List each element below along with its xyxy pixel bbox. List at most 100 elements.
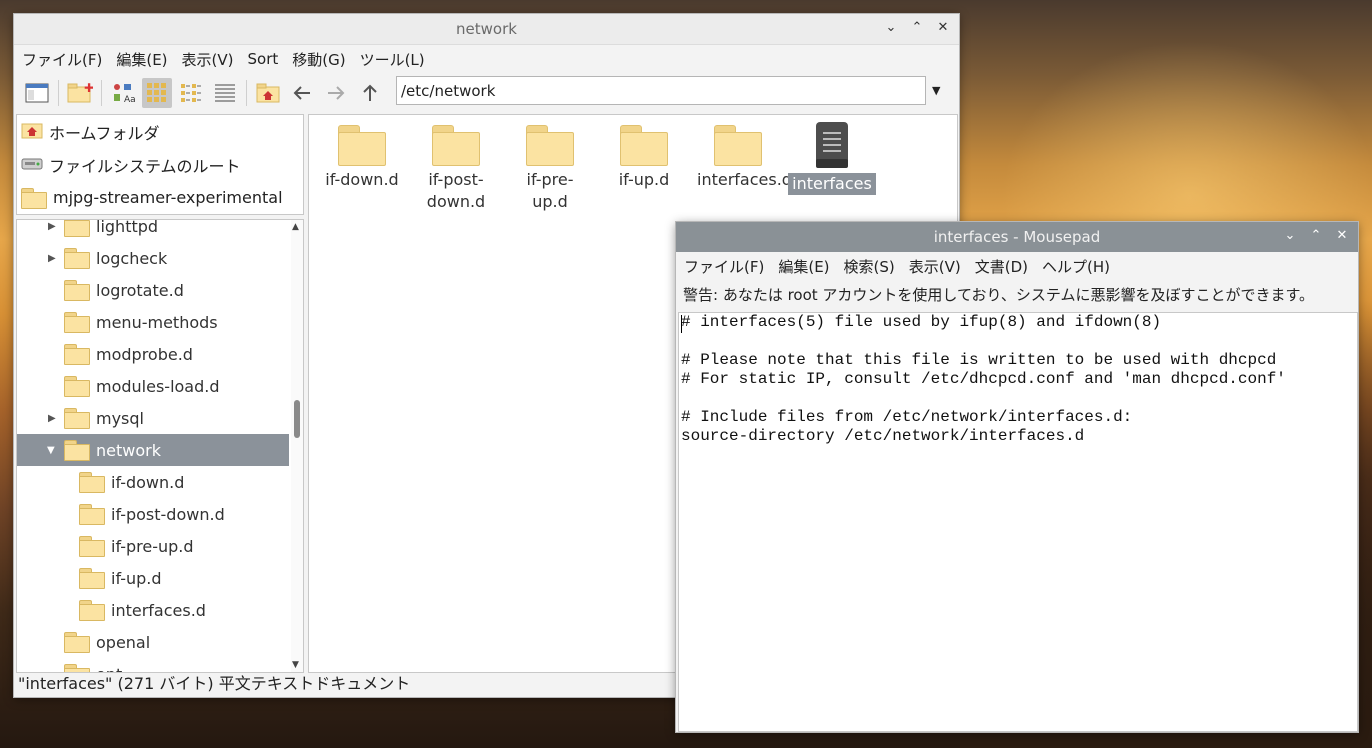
folder-icon bbox=[64, 344, 90, 365]
maximize-button[interactable]: ⌃ bbox=[909, 20, 925, 36]
mousepad-titlebar[interactable]: interfaces - Mousepad ⌄ ⌃ ✕ bbox=[676, 222, 1358, 252]
tree-item[interactable]: modprobe.d bbox=[17, 338, 289, 370]
list-view-button[interactable] bbox=[210, 78, 240, 108]
minimize-button[interactable]: ⌄ bbox=[1282, 228, 1298, 244]
icon-view-button[interactable]: Aa bbox=[108, 78, 138, 108]
menu-sort[interactable]: Sort bbox=[248, 50, 279, 68]
menu-file[interactable]: ファイル(F) bbox=[22, 49, 102, 70]
new-window-button[interactable] bbox=[22, 78, 52, 108]
menu-tools[interactable]: ツール(L) bbox=[360, 49, 425, 70]
tree-item[interactable]: modules-load.d bbox=[17, 370, 289, 402]
svg-text:✚: ✚ bbox=[84, 82, 93, 95]
file-item-selected[interactable]: interfaces bbox=[787, 121, 877, 195]
directory-tree: ▶ lighttpd ▶ logcheck logrotate.d menu-met… bbox=[16, 219, 304, 673]
menu-edit[interactable]: 編集(E) bbox=[116, 49, 167, 70]
toolbar-separator bbox=[246, 80, 247, 106]
thumbnail-view-button[interactable] bbox=[142, 78, 172, 108]
menubar: ファイル(F) 編集(E) 検索(S) 表示(V) 文書(D) ヘルプ(H) bbox=[676, 252, 1358, 280]
tree-item[interactable]: if-up.d bbox=[17, 562, 289, 594]
tree-item[interactable]: if-post-down.d bbox=[17, 498, 289, 530]
expander-icon[interactable]: ▶ bbox=[48, 413, 56, 424]
text-file-icon bbox=[816, 122, 848, 168]
text-editor[interactable]: # interfaces(5) file used by ifup(8) and… bbox=[678, 312, 1358, 732]
toolbar-separator bbox=[101, 80, 102, 106]
tree-item[interactable]: ▶ lighttpd bbox=[17, 220, 289, 242]
toolbar-separator bbox=[58, 80, 59, 106]
compact-view-icon bbox=[181, 84, 201, 102]
place-label: ホームフォルダ bbox=[49, 123, 160, 143]
folder-icon bbox=[64, 312, 90, 333]
expander-open-icon[interactable]: ▼ bbox=[47, 445, 55, 456]
compact-view-button[interactable] bbox=[176, 78, 206, 108]
place-bookmark[interactable]: mjpg-streamer-experimental bbox=[17, 181, 303, 214]
menu-edit[interactable]: 編集(E) bbox=[778, 256, 829, 277]
close-button[interactable]: ✕ bbox=[935, 20, 951, 36]
scrollbar-thumb[interactable] bbox=[294, 400, 300, 438]
places-pane: ホームフォルダ ファイルシステムのルート mjpg-streamer-exper… bbox=[16, 114, 304, 215]
menu-document[interactable]: 文書(D) bbox=[975, 256, 1028, 277]
home-folder-icon bbox=[256, 83, 280, 103]
menu-go[interactable]: 移動(G) bbox=[292, 49, 345, 70]
scroll-up-icon[interactable]: ▲ bbox=[292, 222, 299, 232]
folder-icon bbox=[79, 504, 105, 525]
folder-icon bbox=[64, 440, 90, 461]
maximize-button[interactable]: ⌃ bbox=[1308, 228, 1324, 244]
tree-item[interactable]: ▶ logcheck bbox=[17, 242, 289, 274]
window-title: interfaces - Mousepad bbox=[933, 228, 1101, 246]
expander-icon[interactable]: ▶ bbox=[48, 221, 56, 232]
up-button[interactable] bbox=[355, 78, 385, 108]
new-folder-button[interactable]: ✚ bbox=[65, 78, 95, 108]
editor-content[interactable]: # interfaces(5) file used by ifup(8) and… bbox=[679, 313, 1357, 446]
minimize-button[interactable]: ⌄ bbox=[883, 20, 899, 36]
file-item[interactable]: if-pre-up.d bbox=[505, 125, 595, 213]
file-item[interactable]: if-post- down.d bbox=[411, 125, 501, 213]
tree-item[interactable]: interfaces.d bbox=[17, 594, 289, 626]
menu-view[interactable]: 表示(V) bbox=[182, 49, 234, 70]
menu-file[interactable]: ファイル(F) bbox=[684, 256, 764, 277]
expander-icon[interactable]: ▶ bbox=[48, 253, 56, 264]
menu-help[interactable]: ヘルプ(H) bbox=[1042, 256, 1110, 277]
mousepad-window: interfaces - Mousepad ⌄ ⌃ ✕ ファイル(F) 編集(E… bbox=[676, 222, 1358, 732]
tree-scrollbar[interactable]: ▲ ▼ bbox=[291, 220, 303, 672]
folder-icon bbox=[714, 125, 762, 166]
file-manager-titlebar[interactable]: network ⌄ ⌃ ✕ bbox=[14, 14, 959, 45]
folder-icon bbox=[79, 568, 105, 589]
folder-icon bbox=[64, 376, 90, 397]
place-label: mjpg-streamer-experimental bbox=[53, 188, 283, 207]
path-input[interactable]: /etc/network bbox=[396, 76, 926, 105]
scroll-down-icon[interactable]: ▼ bbox=[292, 660, 299, 670]
back-button[interactable] bbox=[287, 78, 317, 108]
file-item[interactable]: interfaces.d bbox=[693, 125, 792, 191]
folder-icon bbox=[79, 472, 105, 493]
menu-view[interactable]: 表示(V) bbox=[909, 256, 961, 277]
home-icon bbox=[21, 121, 43, 143]
tree-item[interactable]: ▶ mysql bbox=[17, 402, 289, 434]
tree-item[interactable]: if-pre-up.d bbox=[17, 530, 289, 562]
folder-icon bbox=[79, 600, 105, 621]
path-history-dropdown[interactable]: ▼ bbox=[932, 84, 940, 97]
folder-icon bbox=[79, 536, 105, 557]
tree-item[interactable]: if-down.d bbox=[17, 466, 289, 498]
text-caret bbox=[681, 315, 682, 333]
place-root[interactable]: ファイルシステムのルート bbox=[17, 148, 303, 181]
svg-text:Aa: Aa bbox=[124, 95, 135, 105]
tree-item[interactable]: openal bbox=[17, 626, 289, 658]
file-item[interactable]: if-up.d bbox=[599, 125, 689, 191]
folder-icon bbox=[432, 125, 480, 166]
menubar: ファイル(F) 編集(E) 表示(V) Sort 移動(G) ツール(L) bbox=[14, 45, 959, 73]
tree-item[interactable]: logrotate.d bbox=[17, 274, 289, 306]
home-button[interactable] bbox=[253, 78, 283, 108]
folder-icon bbox=[620, 125, 668, 166]
folder-icon bbox=[64, 280, 90, 301]
tree-item-selected[interactable]: ▼ network bbox=[17, 434, 289, 466]
tree-item[interactable]: menu-methods bbox=[17, 306, 289, 338]
folder-icon bbox=[64, 632, 90, 653]
new-folder-icon: ✚ bbox=[67, 82, 93, 103]
close-button[interactable]: ✕ bbox=[1334, 228, 1350, 244]
place-home[interactable]: ホームフォルダ bbox=[17, 115, 303, 148]
menu-search[interactable]: 検索(S) bbox=[844, 256, 895, 277]
arrow-left-icon bbox=[293, 86, 310, 100]
file-item[interactable]: if-down.d bbox=[317, 125, 407, 191]
folder-icon bbox=[64, 248, 90, 269]
forward-button[interactable] bbox=[321, 78, 351, 108]
